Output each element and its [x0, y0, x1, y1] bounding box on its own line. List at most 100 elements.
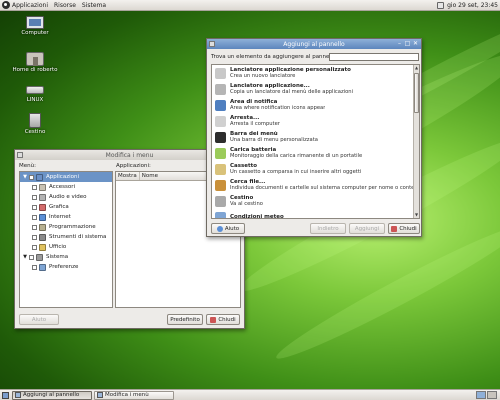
applet-description: Monitoraggio della carica rimanente di u… — [230, 153, 363, 159]
show-checkbox[interactable] — [32, 234, 37, 240]
applet-list-item[interactable]: Barra dei menù Una barra di menu personal… — [212, 129, 419, 145]
menu-tree-item[interactable]: ▼ Sistema — [20, 252, 112, 262]
applet-list-item[interactable]: Lanciatore applicazione personalizzato Cr… — [212, 65, 419, 81]
menu-tree-item-label: Programmazione — [49, 224, 96, 230]
menu-tree-item[interactable]: Programmazione — [20, 222, 112, 232]
show-checkbox[interactable] — [29, 254, 34, 260]
applet-text: Condizioni meteo — [230, 213, 284, 219]
taskbar-button-menu-editor[interactable]: Modifica i menù — [94, 390, 174, 400]
show-checkbox[interactable] — [32, 204, 37, 210]
add-to-panel-titlebar[interactable]: Aggiungi al pannello – □ ✕ — [207, 39, 421, 49]
applet-text: Area di notifica Area where notification … — [230, 99, 325, 112]
close-button[interactable]: Chiudi — [388, 223, 420, 234]
add-to-panel-title: Aggiungi al pannello — [283, 40, 345, 48]
menu-tree-item[interactable]: Accessori — [20, 182, 112, 192]
back-button[interactable]: Indietro — [310, 223, 346, 234]
category-icon — [39, 263, 46, 271]
workspace-switcher[interactable] — [475, 391, 497, 399]
applet-description: Area where notification icons appear — [230, 105, 326, 111]
applet-list-item[interactable]: Lanciatore applicazione... Copia un lanci… — [212, 81, 419, 97]
help-button[interactable]: Aiuto — [211, 223, 245, 234]
applet-list-item[interactable]: Cassetto Un cassetto a comparsa in cui in… — [212, 161, 419, 177]
show-checkbox[interactable] — [32, 224, 37, 230]
applet-list-scrollbar[interactable]: ▲ ▼ — [413, 65, 419, 218]
menu-tree-item[interactable]: Internet — [20, 212, 112, 222]
show-checkbox[interactable] — [32, 194, 37, 200]
scroll-up-arrow-icon[interactable]: ▲ — [414, 65, 419, 71]
desktop-icon-linux-drive[interactable]: LINUX — [10, 82, 60, 103]
applet-list-item[interactable]: Cerca file... Individua documenti e carte… — [212, 177, 419, 193]
expander-arrow-icon[interactable]: ▼ — [22, 174, 28, 180]
applet-list-item[interactable]: Condizioni meteo — [212, 209, 419, 219]
menu-tree-item[interactable]: Audio e video — [20, 192, 112, 202]
menu-tree[interactable]: ▼ Applicazioni Accessori Audio e video Grafi… — [19, 171, 113, 308]
scroll-down-arrow-icon[interactable]: ▼ — [414, 212, 419, 218]
applications-label: Applicazioni: — [116, 163, 151, 169]
applet-text: Lanciatore applicazione personalizzato Cr… — [230, 67, 351, 80]
menu-tree-item-label: Ufficio — [49, 244, 67, 250]
desktop-icon-trash[interactable]: Cestino — [10, 113, 60, 135]
system-menu[interactable]: Sistema — [82, 2, 106, 9]
applet-text: Cestino Va al cestino — [230, 195, 263, 208]
search-label: Trova un elemento da aggiungere al panne… — [211, 54, 338, 60]
close-button[interactable]: Chiudi — [206, 314, 240, 325]
workspace-1[interactable] — [476, 391, 486, 399]
show-checkbox[interactable] — [32, 184, 37, 190]
applet-list[interactable]: Lanciatore applicazione personalizzato Cr… — [211, 64, 420, 219]
close-icon[interactable]: ✕ — [412, 40, 419, 47]
applet-list-item[interactable]: Carica batteria Monitoraggio della carica… — [212, 145, 419, 161]
applet-list-item[interactable]: Arresta... Arresta il computer — [212, 113, 419, 129]
show-checkbox[interactable] — [32, 264, 37, 270]
applet-list-item[interactable]: Cestino Va al cestino — [212, 193, 419, 209]
places-menu-label: Risorse — [54, 1, 76, 9]
info-icon — [215, 99, 226, 111]
search-input[interactable] — [329, 53, 419, 61]
workspace-2[interactable] — [487, 391, 497, 399]
minimize-icon[interactable]: – — [396, 40, 403, 47]
search-file-icon — [215, 179, 226, 191]
desktop-icon-label: Home di roberto — [12, 67, 58, 73]
desktop-icon-computer[interactable]: Computer — [10, 16, 60, 36]
menu-tree-item-label: Grafica — [49, 204, 69, 210]
menus-label: Menù: — [19, 163, 36, 169]
show-checkbox[interactable] — [32, 214, 37, 220]
home-folder-icon — [26, 52, 44, 66]
menu-tree-item[interactable]: Grafica — [20, 202, 112, 212]
show-checkbox[interactable] — [29, 174, 34, 180]
menu-tree-item[interactable]: Preferenze — [20, 262, 112, 272]
scroll-thumb[interactable] — [414, 73, 419, 113]
clock[interactable]: gio 29 set, 23:45 — [447, 2, 498, 9]
places-menu[interactable]: Risorse — [54, 2, 76, 9]
desktop-icon-home[interactable]: Home di roberto — [10, 52, 60, 73]
applet-text: Lanciatore applicazione... Copia un lanci… — [230, 83, 353, 96]
add-button[interactable]: Aggiungi — [349, 223, 385, 234]
close-icon — [210, 316, 217, 323]
menu-tree-item[interactable]: Ufficio — [20, 242, 112, 252]
maximize-icon[interactable]: □ — [404, 40, 411, 47]
applet-description: Crea un nuovo lanciatore — [230, 73, 296, 79]
add-to-panel-window: Aggiungi al pannello – □ ✕ Trova un elem… — [206, 38, 422, 237]
window-menu-icon[interactable] — [209, 41, 215, 47]
applet-text: Arresta... Arresta il computer — [230, 115, 280, 128]
menu-tree-item[interactable]: Strumenti di sistema — [20, 232, 112, 242]
category-icon — [39, 203, 46, 211]
menu-tree-item[interactable]: ▼ Applicazioni — [20, 172, 112, 182]
category-icon — [39, 193, 46, 201]
applet-description: Una barra di menu personalizzata — [230, 137, 318, 143]
window-menu-icon[interactable] — [17, 152, 23, 158]
show-desktop-icon[interactable] — [2, 391, 9, 399]
show-checkbox[interactable] — [32, 244, 37, 250]
applet-list-item[interactable]: Area di notifica Area where notification … — [212, 97, 419, 113]
applet-title: Condizioni meteo — [230, 213, 284, 219]
panel-right-area: gio 29 set, 23:45 — [437, 1, 498, 9]
restore-default-button[interactable]: Predefinito — [167, 314, 203, 325]
column-name[interactable]: Nome — [140, 172, 160, 180]
taskbar-button-add-to-panel[interactable]: Aggiungi al pannello — [12, 390, 92, 400]
applications-menu[interactable]: Applicazioni — [2, 1, 48, 9]
column-show[interactable]: Mostra — [116, 172, 140, 180]
network-icon[interactable] — [437, 1, 445, 9]
window-icon — [15, 392, 21, 398]
computer-icon — [26, 16, 44, 29]
expander-arrow-icon[interactable]: ▼ — [22, 254, 28, 260]
help-button[interactable]: Aiuto — [19, 314, 59, 325]
